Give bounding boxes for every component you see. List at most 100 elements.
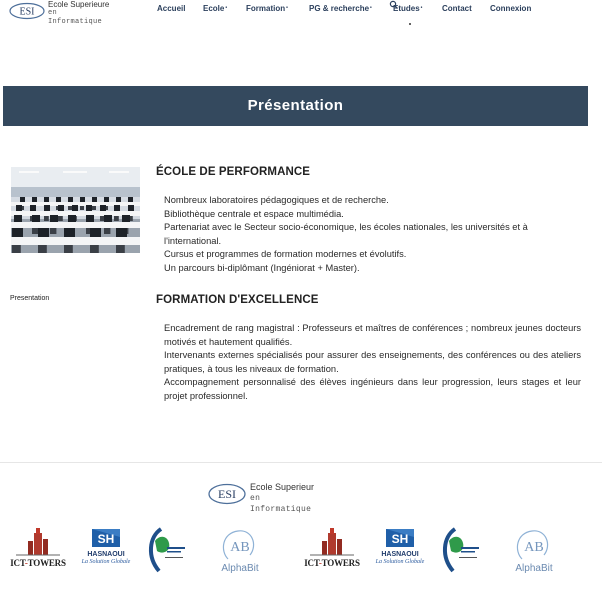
- partner-ict-towers[interactable]: ICT-TOWERS: [10, 527, 66, 577]
- site-header: ESI Ecole Superieure en Informatique Acc…: [0, 0, 602, 26]
- hasnaoui-icon: SH: [92, 529, 120, 547]
- footer-logo-line-2: en Informatique: [250, 494, 312, 514]
- monitor: [56, 197, 61, 202]
- monitor: [20, 197, 25, 202]
- dropdown-caret-icon: •: [225, 5, 228, 11]
- chair: [44, 216, 49, 221]
- nav-item-label: Contact: [442, 4, 472, 13]
- hasnaoui-name: HASNAOUI: [381, 551, 419, 558]
- esi-logo[interactable]: ESI Ecole Superieure en Informatique: [8, 0, 112, 26]
- nav-item-contact[interactable]: Contact: [442, 4, 472, 13]
- logo-line-1: Ecole Superieure: [48, 0, 110, 9]
- algerie-telecom-icon: [443, 527, 479, 573]
- monitor: [64, 228, 75, 237]
- monitor: [68, 197, 73, 202]
- chair: [104, 228, 111, 234]
- monitor: [38, 228, 49, 237]
- svg-text:AB: AB: [230, 540, 249, 555]
- svg-text:SH: SH: [392, 532, 409, 546]
- chair: [80, 206, 84, 210]
- ict-towers-text: ICT-TOWERS: [10, 558, 66, 568]
- nav-item-label: Formation: [246, 4, 286, 13]
- monitor: [12, 228, 23, 237]
- monitor: [16, 205, 22, 211]
- footer-divider: [0, 462, 602, 463]
- footer-logo-line-1: Ecole Superieur: [250, 482, 315, 492]
- partner-algerie-telecom[interactable]: [145, 527, 185, 577]
- alphabit-icon: AB: [222, 530, 255, 560]
- section-title-excellence: FORMATION D'EXCELLENCE: [156, 294, 319, 306]
- partner-algerie-telecom[interactable]: [439, 527, 479, 577]
- hasnaoui-name: HASNAOUI: [87, 551, 125, 558]
- hasnaoui-tagline: La Solution Globale: [375, 559, 425, 565]
- hasnaoui-tagline: La Solution Globale: [81, 559, 131, 565]
- section-title-performance: ÉCOLE DE PERFORMANCE: [156, 166, 311, 178]
- chair: [50, 228, 57, 234]
- algerie-telecom-icon: [149, 527, 185, 573]
- search-icon[interactable]: [389, 0, 399, 10]
- monitor: [72, 205, 78, 211]
- monitor: [104, 215, 112, 222]
- monitor: [44, 197, 49, 202]
- chair: [114, 216, 119, 221]
- footer-logo-mark-text: ESI: [218, 487, 236, 501]
- dropdown-caret-icon: •: [420, 5, 423, 11]
- list-item: Nombreux laboratoires pédagogiques et de…: [164, 195, 389, 205]
- desk-row: [11, 222, 140, 228]
- monitor: [100, 205, 106, 211]
- monitor: [86, 215, 94, 222]
- list-item: Encadrement de rang magistral : Professe…: [164, 323, 581, 347]
- logo-line-2: en Informatique: [48, 9, 103, 26]
- list-item: Bibliothèque centrale et espace multiméd…: [164, 208, 344, 219]
- partner-hasnaoui[interactable]: SH HASNAOUI La Solution Globale: [78, 527, 134, 577]
- performance-list: Nombreux laboratoires pédagogiques et de…: [164, 194, 581, 275]
- logo-mark-text: ESI: [20, 7, 35, 18]
- alphabit-icon: AB: [516, 530, 549, 560]
- nav-item-label: Accueil: [157, 4, 186, 13]
- chair: [90, 245, 99, 253]
- monitor: [50, 215, 58, 222]
- monitor: [104, 197, 109, 202]
- footer-logo-text: Ecole Superieur en Informatique: [250, 482, 325, 515]
- ict-towers-icon: [16, 528, 60, 556]
- chair: [38, 245, 47, 253]
- monitor: [30, 205, 36, 211]
- partner-ict-towers[interactable]: ICT-TOWERS: [304, 527, 360, 577]
- nav-item-formation[interactable]: Formation•: [246, 4, 288, 13]
- page-title: Présentation: [247, 97, 344, 114]
- computer-lab-photo: [11, 167, 140, 253]
- hasnaoui-icon: SH: [386, 529, 414, 547]
- partner-alphabit[interactable]: AB AlphaBit: [216, 527, 264, 577]
- footer-esi-logo[interactable]: ESI Ecole Superieur en Informatique: [207, 480, 325, 514]
- list-item: Partenariat avec le Secteur socio-économ…: [164, 222, 528, 246]
- desk-row: [11, 237, 140, 245]
- page-title-banner: Présentation: [3, 86, 588, 126]
- monitor: [80, 197, 85, 202]
- monitor: [116, 228, 127, 237]
- monitor: [128, 205, 134, 211]
- monitor: [114, 205, 120, 211]
- chair: [12, 245, 21, 253]
- excellence-list: Encadrement de rang magistral : Professe…: [164, 322, 581, 403]
- nav-item-accueil[interactable]: Accueil: [157, 4, 185, 13]
- nav-item-connexion[interactable]: Connexion: [490, 4, 531, 13]
- chair: [58, 216, 63, 221]
- partner-alphabit[interactable]: AB AlphaBit: [510, 527, 558, 577]
- monitor: [58, 205, 64, 211]
- ict-towers-text: ICT-TOWERS: [304, 558, 360, 568]
- monitor: [86, 205, 92, 211]
- dropdown-caret-icon: •: [286, 5, 288, 11]
- monitor: [92, 197, 97, 202]
- list-item: Accompagnement personnalisé des élèves i…: [164, 377, 581, 401]
- monitor: [68, 215, 76, 222]
- list-item: Intervenants externes spécialisés pour a…: [164, 350, 581, 374]
- partner-hasnaoui[interactable]: SH HASNAOUI La Solution Globale: [372, 527, 428, 577]
- nav-item-ecole[interactable]: Ecole•: [203, 4, 227, 13]
- list-item: Un parcours bi-diplômant (Ingéniorat + M…: [164, 262, 360, 273]
- list-item: Cursus et programmes de formation modern…: [164, 249, 407, 259]
- monitor: [116, 197, 121, 202]
- nav-item-pg-recherche[interactable]: PG & recherche•: [309, 4, 372, 13]
- monitor: [90, 228, 101, 237]
- nav-indicator-dot: [409, 23, 411, 25]
- monitor: [122, 215, 130, 222]
